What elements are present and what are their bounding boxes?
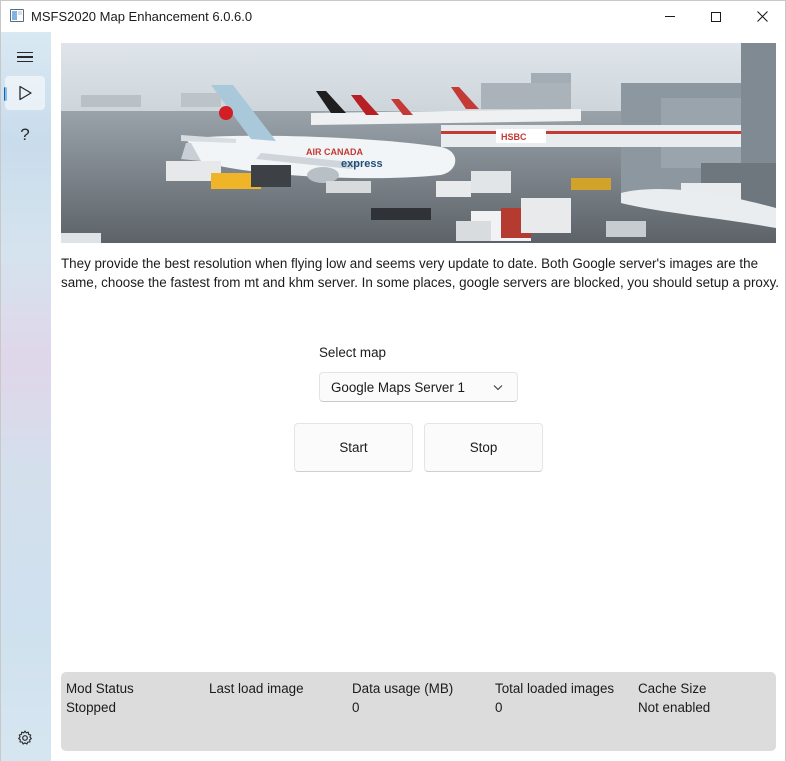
status-column-data-usage: Data usage (MB) 0 <box>352 679 453 717</box>
status-value: 0 <box>352 700 360 715</box>
nav-item-help[interactable]: ? <box>5 118 45 152</box>
status-panel: Mod Status Stopped Last load image Data … <box>61 672 776 751</box>
app-icon <box>10 9 24 22</box>
hamburger-menu-button[interactable] <box>5 40 45 74</box>
status-header: Mod Status <box>66 681 134 696</box>
airport-apron-photo: HSBC AIR CANADA express <box>61 43 776 243</box>
hamburger-menu-icon <box>17 49 33 66</box>
start-button[interactable]: Start <box>294 423 413 472</box>
status-value: 0 <box>495 700 503 715</box>
svg-text:HSBC: HSBC <box>501 132 527 142</box>
status-value: Not enabled <box>638 700 711 715</box>
stop-button[interactable]: Stop <box>424 423 543 472</box>
select-map-dropdown[interactable]: Google Maps Server 1 <box>319 372 518 402</box>
close-button[interactable] <box>739 1 785 32</box>
minimize-icon <box>665 16 675 17</box>
nav-item-home[interactable] <box>5 76 45 110</box>
close-icon <box>756 11 768 22</box>
select-map-label: Select map <box>319 345 386 360</box>
status-header: Total loaded images <box>495 681 615 696</box>
status-header: Data usage (MB) <box>352 681 454 696</box>
nav-item-settings[interactable] <box>5 721 45 755</box>
navigation-sidebar: ? <box>1 32 51 761</box>
app-window: MSFS2020 Map Enhancement 6.0.6.0 ? HSBC … <box>0 0 786 761</box>
status-header: Last load image <box>209 681 304 696</box>
map-description: They provide the best resolution when fl… <box>61 256 779 290</box>
maximize-button[interactable] <box>693 1 739 32</box>
hero-image: HSBC AIR CANADA express <box>61 43 776 243</box>
gear-icon <box>18 730 32 745</box>
title-bar[interactable]: MSFS2020 Map Enhancement 6.0.6.0 <box>1 1 785 32</box>
select-map-value: Google Maps Server 1 <box>331 379 465 395</box>
play-icon <box>19 85 32 101</box>
status-column-mod-status: Mod Status Stopped <box>66 679 134 717</box>
minimize-button[interactable] <box>647 1 693 32</box>
status-value: Stopped <box>66 700 116 715</box>
status-column-total-loaded-images: Total loaded images 0 <box>495 679 614 717</box>
svg-text:AIR CANADA: AIR CANADA <box>306 147 363 157</box>
svg-text:express: express <box>341 158 383 170</box>
window-title: MSFS2020 Map Enhancement 6.0.6.0 <box>31 9 253 24</box>
status-header: Cache Size <box>638 681 707 696</box>
help-icon: ? <box>20 125 30 144</box>
maximize-icon <box>711 11 721 22</box>
main-content: HSBC AIR CANADA express They provide the… <box>51 32 785 761</box>
status-column-cache-size: Cache Size Not enabled <box>638 679 710 717</box>
status-column-last-load-image: Last load image <box>209 679 304 698</box>
chevron-down-icon <box>493 385 503 391</box>
